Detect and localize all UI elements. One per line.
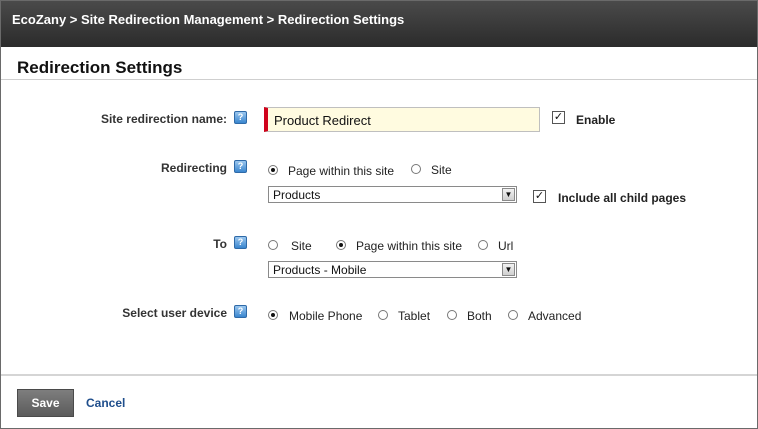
save-button[interactable]: Save <box>17 389 74 417</box>
to-site-label: Site <box>291 239 312 253</box>
checkmark-icon: ✓ <box>553 111 564 123</box>
device-tablet-label: Tablet <box>398 309 431 323</box>
redirecting-page-select[interactable]: Products ▼ <box>268 186 517 203</box>
device-both-radio[interactable] <box>447 310 457 320</box>
device-mobile-phone-radio[interactable] <box>268 310 278 320</box>
footer-divider <box>1 374 757 376</box>
breadcrumb: EcoZany > Site Redirection Management > … <box>12 12 405 27</box>
site-redirection-name-input[interactable]: Product Redirect <box>264 107 540 132</box>
to-label: To <box>213 237 227 251</box>
checkmark-icon: ✓ <box>534 190 545 202</box>
to-page-select[interactable]: Products - Mobile ▼ <box>268 261 517 278</box>
redirecting-site-label: Site <box>431 163 452 177</box>
include-child-pages-checkbox[interactable]: ✓ <box>533 190 546 203</box>
include-child-pages-label: Include all child pages <box>558 191 687 205</box>
enable-label: Enable <box>576 113 616 127</box>
chevron-down-icon[interactable]: ▼ <box>502 188 515 201</box>
to-page-radio[interactable] <box>336 240 346 250</box>
redirecting-label: Redirecting <box>160 161 227 175</box>
cancel-link[interactable]: Cancel <box>86 396 125 410</box>
device-advanced-radio[interactable] <box>508 310 518 320</box>
enable-checkbox[interactable]: ✓ <box>552 111 565 124</box>
site-redirection-name-label: Site redirection name: <box>100 112 227 126</box>
to-page-select-value: Products - Mobile <box>273 263 367 277</box>
title-bar: EcoZany > Site Redirection Management > … <box>1 1 757 47</box>
to-site-radio[interactable] <box>268 240 278 250</box>
device-advanced-label: Advanced <box>528 309 582 323</box>
redirecting-page-select-value: Products <box>273 188 321 202</box>
device-tablet-radio[interactable] <box>378 310 388 320</box>
redirection-settings-window: EcoZany > Site Redirection Management > … <box>0 0 758 429</box>
chevron-down-icon[interactable]: ▼ <box>502 263 515 276</box>
redirecting-page-radio[interactable] <box>268 165 278 175</box>
help-icon[interactable]: ? <box>234 160 247 173</box>
device-mobile-phone-label: Mobile Phone <box>289 309 363 323</box>
select-user-device-label: Select user device <box>122 306 227 320</box>
help-icon[interactable]: ? <box>234 305 247 318</box>
redirecting-site-radio[interactable] <box>411 164 421 174</box>
redirecting-page-label: Page within this site <box>288 164 395 178</box>
header-divider <box>1 79 757 80</box>
to-url-radio[interactable] <box>478 240 488 250</box>
to-page-label: Page within this site <box>356 239 463 253</box>
to-url-label: Url <box>498 239 514 253</box>
page-title: Redirection Settings <box>17 58 183 77</box>
help-icon[interactable]: ? <box>234 111 247 124</box>
device-both-label: Both <box>467 309 492 323</box>
help-icon[interactable]: ? <box>234 236 247 249</box>
